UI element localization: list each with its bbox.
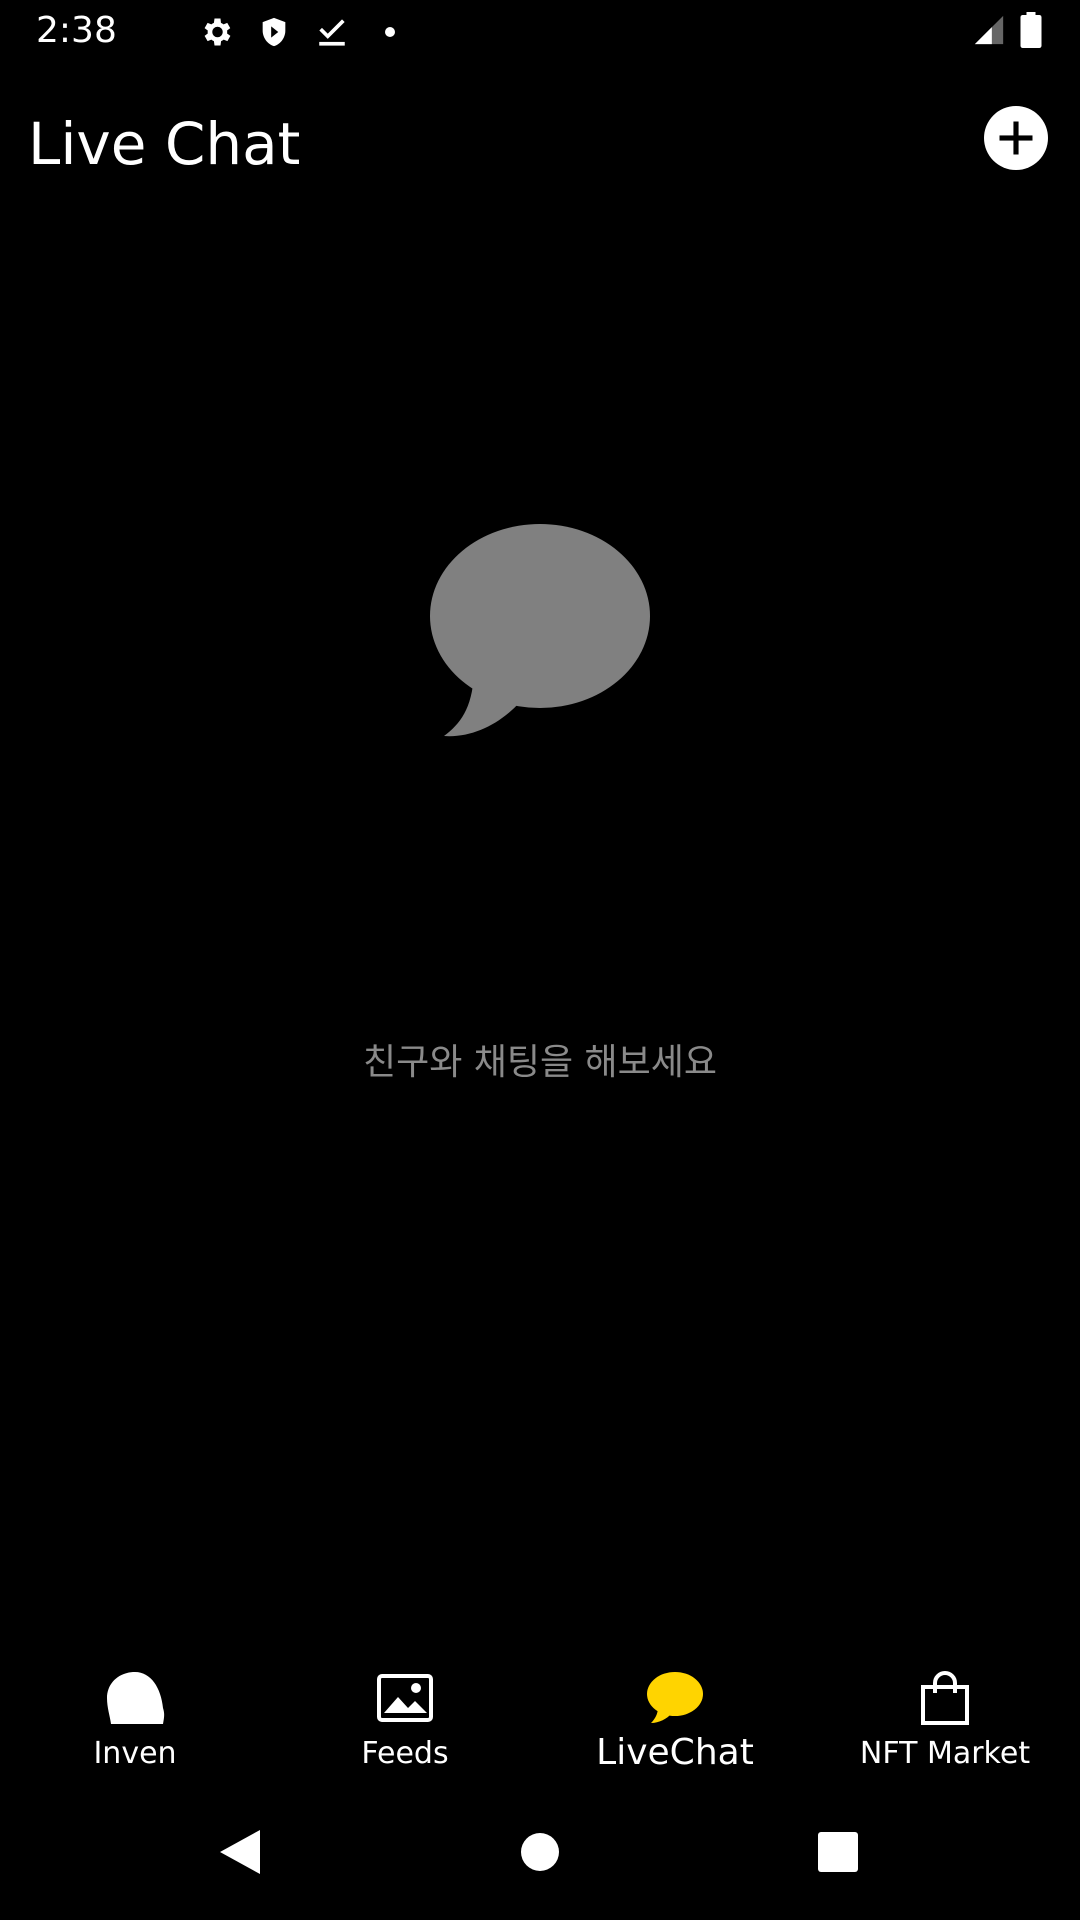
- home-button[interactable]: [480, 1784, 600, 1920]
- system-nav-bar: [0, 1784, 1080, 1920]
- shopping-bag-icon: [913, 1670, 977, 1726]
- recents-icon: [818, 1832, 858, 1872]
- empty-state-message: 친구와 채팅을 해보세요: [362, 1042, 718, 1083]
- plus-circle-icon: [999, 121, 1033, 155]
- chat-bubble-icon: [428, 524, 652, 740]
- nav-label-feeds: Feeds: [361, 1736, 449, 1771]
- shield-icon: [254, 12, 294, 52]
- status-time: 2:38: [36, 10, 117, 51]
- nav-label-nft-market: NFT Market: [859, 1736, 1031, 1771]
- download-done-icon: [312, 12, 352, 52]
- status-bar: 2:38: [0, 0, 1080, 64]
- back-icon: [220, 1830, 260, 1874]
- recents-button[interactable]: [778, 1784, 898, 1920]
- bubble-icon: [103, 1670, 167, 1726]
- nav-label-inven: Inven: [93, 1736, 177, 1771]
- app-header: Live Chat: [0, 64, 1080, 224]
- battery-icon: [1020, 12, 1042, 48]
- gear-icon: [196, 12, 236, 52]
- bottom-nav: Inven Feeds LiveChat NFT Market: [0, 1656, 1080, 1784]
- page-title: Live Chat: [28, 110, 301, 178]
- back-button[interactable]: [180, 1784, 300, 1920]
- nav-item-nft-market[interactable]: NFT Market: [810, 1656, 1080, 1784]
- home-icon: [521, 1833, 559, 1871]
- cell-signal-icon: [972, 13, 1006, 47]
- nav-item-feeds[interactable]: Feeds: [270, 1656, 540, 1784]
- nav-item-livechat[interactable]: LiveChat: [540, 1656, 810, 1784]
- image-icon: [373, 1670, 437, 1726]
- nav-label-livechat: LiveChat: [596, 1732, 754, 1773]
- nav-item-inven[interactable]: Inven: [0, 1656, 270, 1784]
- chat-bubble-icon: [643, 1670, 707, 1726]
- status-icons-right: [958, 12, 1042, 48]
- status-icons-left: [196, 12, 428, 52]
- dot-icon: [370, 12, 410, 52]
- add-chat-button[interactable]: [984, 106, 1048, 170]
- live-chat-screen: 2:38 Live Chat 친구와 채팅을 해보세요 Inven Feeds …: [0, 0, 1080, 1920]
